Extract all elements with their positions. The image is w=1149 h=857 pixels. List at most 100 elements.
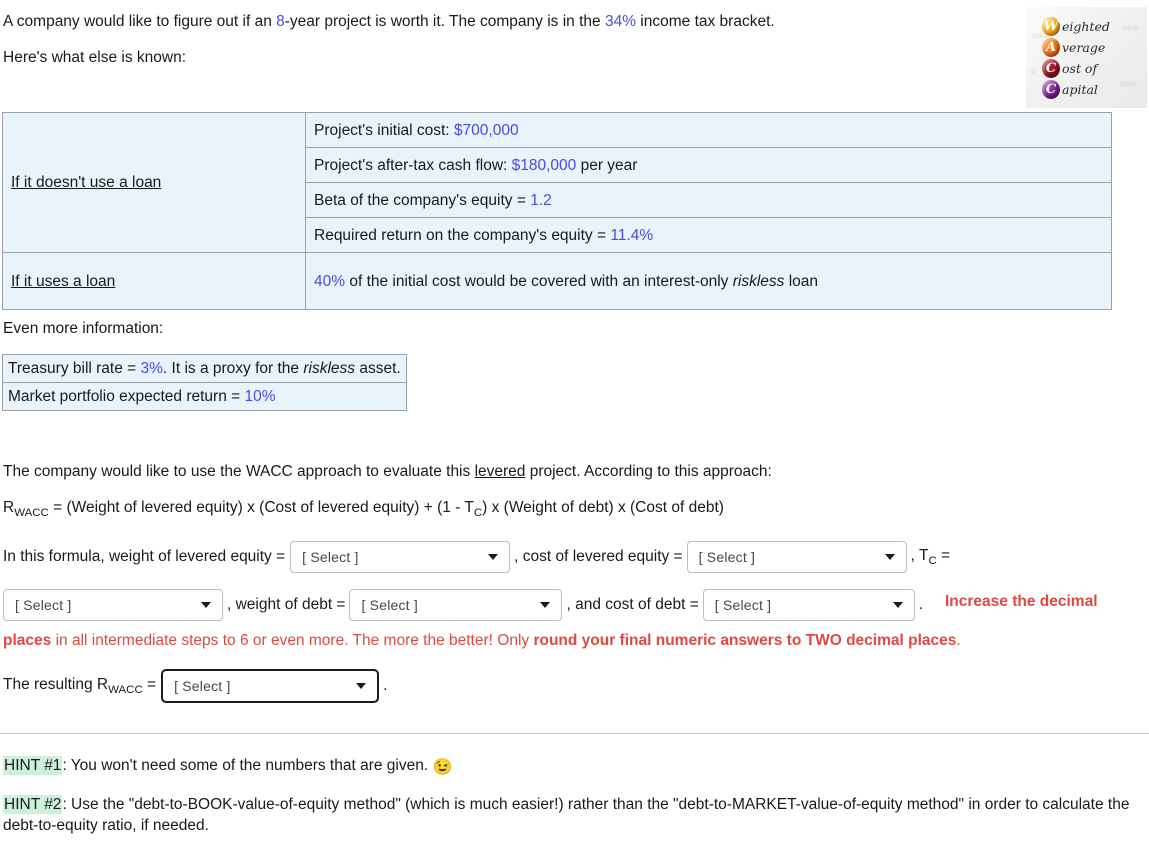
resulting-wacc-select[interactable]: [ Select ] (161, 669, 380, 703)
table-cell-market-return: Market portfolio expected return = 10% (2, 382, 407, 411)
table-row: Treasury bill rate = 3%. It is a proxy f… (2, 354, 407, 383)
row-label-no-loan-text: If it doesn't use a loan (11, 174, 162, 191)
period-after-result: . (383, 677, 388, 694)
tax-rate-select[interactable]: [ Select ] (3, 589, 223, 621)
chevron-down-icon (892, 602, 903, 608)
cell-text: Project's after-tax cash flow: (314, 156, 512, 174)
cost-of-debt-label: , and cost of debt = (566, 596, 699, 613)
decimal-warning-line2: places in all intermediate steps to 6 or… (3, 631, 961, 651)
wacc-logo-row: W eighted (1042, 16, 1110, 37)
table-cell-initial-cost: Project's initial cost: $700,000 (305, 112, 1112, 148)
cell-text: Project's initial cost: (314, 121, 454, 139)
resulting-wacc-label: The resulting RWACC = (3, 676, 156, 696)
approach-text-b: project. According to this approach: (525, 463, 772, 480)
tax-rate-value: 34% (604, 13, 636, 30)
warning-bold-places: places (3, 632, 52, 649)
row-label-no-loan: If it doesn't use a loan (2, 112, 306, 253)
warning-plain-a: in all intermediate steps to 6 or even m… (51, 632, 534, 649)
formula-sub-wacc: WACC (14, 507, 49, 520)
formula-r: R (3, 499, 15, 516)
table-row: If it doesn't use a loan Project's initi… (2, 112, 1112, 253)
letter-w-icon: W (1042, 17, 1060, 36)
chevron-down-icon (884, 554, 895, 560)
cost-of-debt-select[interactable]: [ Select ] (702, 589, 915, 621)
cost-of-levered-equity-select[interactable]: [ Select ] (686, 541, 907, 573)
wacc-logo-image: stock © stock stock W eighted A verage C… (1026, 7, 1147, 108)
initial-cost-value: $700,000 (453, 121, 519, 139)
resulting-wacc-row: The resulting RWACC = [ Select ] . (3, 669, 391, 703)
select-value: [ Select ] (698, 549, 756, 565)
riskless-emphasis: riskless (303, 360, 356, 377)
formula-inputs-row-2: [ Select ] , weight of debt = [ Select ]… (3, 589, 927, 621)
hint-2: HINT #2: Use the "debt-to-BOOK-value-of-… (3, 794, 1148, 836)
intro-text-b: -year project is worth it. The company i… (284, 13, 605, 30)
weight-of-levered-equity-select[interactable]: [ Select ] (290, 541, 511, 573)
table-row: If it uses a loan 40% of the initial cos… (2, 252, 1112, 310)
tax-rate-subscript: C (928, 555, 937, 568)
chevron-down-icon (540, 602, 551, 608)
table-cell-loan-detail: 40% of the initial cost would be covered… (305, 252, 1112, 310)
hint-1: HINT #1: You won't need some of the numb… (3, 755, 452, 778)
warning-plain-b: . (956, 632, 961, 649)
chevron-down-icon (356, 683, 367, 689)
logo-word-cost-of: ost of (1062, 61, 1098, 76)
wacc-logo-rows: W eighted A verage C ost of C apital (1042, 16, 1110, 100)
result-label-subscript: WACC (108, 684, 143, 697)
select-value: [ Select ] (714, 597, 772, 613)
table-cell-tbill-rate: Treasury bill rate = 3%. It is a proxy f… (2, 354, 407, 383)
cell-text: . It is a proxy for the (162, 360, 304, 377)
letter-c-icon: C (1042, 59, 1060, 78)
formula-inputs-row-1: In this formula, weight of levered equit… (3, 541, 954, 573)
warning-bold-round: round your final numeric answers to TWO … (533, 632, 957, 649)
intro-paragraph: A company would like to figure out if an… (3, 12, 1013, 32)
cell-text: Treasury bill rate = (8, 360, 141, 377)
hint-2-badge: HINT #2 (3, 795, 63, 814)
table-cell-beta: Beta of the company's equity = 1.2 (305, 182, 1112, 218)
row-label-uses-loan: If it uses a loan (2, 252, 306, 310)
cell-text: loan (784, 272, 819, 290)
wacc-logo-row: C ost of (1042, 58, 1110, 79)
riskless-emphasis: riskless (732, 272, 785, 290)
project-years-value: 8 (276, 13, 285, 30)
intro-text-a: A company would like to figure out if an (3, 13, 277, 30)
select-value: [ Select ] (174, 678, 231, 694)
watermark-text: © (1030, 69, 1036, 76)
market-return-value: 10% (244, 388, 276, 405)
wacc-logo-row: C apital (1042, 79, 1110, 100)
select-value: [ Select ] (361, 597, 418, 613)
logo-word-average: verage (1062, 40, 1106, 55)
loan-percent-value: 40% (314, 272, 346, 290)
letter-c-icon: C (1042, 80, 1060, 99)
select-value: [ Select ] (302, 549, 359, 565)
market-data-table: Treasury bill rate = 3%. It is a proxy f… (2, 354, 407, 411)
cash-flow-value: $180,000 (511, 156, 577, 174)
hint-2-text: : Use the "debt-to-BOOK-value-of-equity … (3, 796, 1130, 834)
watermark-text: stock (1122, 25, 1139, 32)
required-return-value: 11.4% (610, 226, 654, 244)
formula-body-b: ) x (Weight of debt) x (Cost of debt) (482, 499, 724, 516)
result-label-b: = (142, 675, 157, 693)
section-divider (0, 733, 1149, 734)
table-cell-required-return: Required return on the company's equity … (305, 217, 1112, 253)
given-information-table: If it doesn't use a loan Project's initi… (2, 112, 1112, 310)
logo-word-weighted: eighted (1062, 19, 1110, 34)
wacc-approach-paragraph: The company would like to use the WACC a… (3, 462, 772, 482)
weight-of-debt-select[interactable]: [ Select ] (349, 589, 563, 621)
cell-text: asset. (355, 360, 401, 377)
chevron-down-icon (488, 554, 499, 560)
formula-body-a: = (Weight of levered equity) x (Cost of … (48, 499, 474, 516)
cost-levered-equity-label: , cost of levered equity = (514, 548, 683, 565)
watermark-text: stock (1120, 81, 1137, 88)
cell-text: Market portfolio expected return = (8, 388, 245, 405)
logo-word-capital: apital (1062, 82, 1098, 97)
letter-a-icon: A (1042, 38, 1060, 57)
tax-rate-label: , TC = (911, 547, 950, 567)
weight-of-debt-label: , weight of debt = (227, 596, 346, 613)
decimal-warning-line1: Increase the decimal (945, 593, 1098, 610)
hint-1-badge: HINT #1 (3, 756, 63, 775)
chevron-down-icon (201, 602, 211, 608)
result-label-a: The resulting R (3, 675, 109, 693)
cell-text: Required return on the company's equity … (314, 226, 611, 244)
cell-text: Beta of the company's equity = (314, 191, 531, 209)
cell-text: of the initial cost would be covered wit… (345, 272, 733, 290)
